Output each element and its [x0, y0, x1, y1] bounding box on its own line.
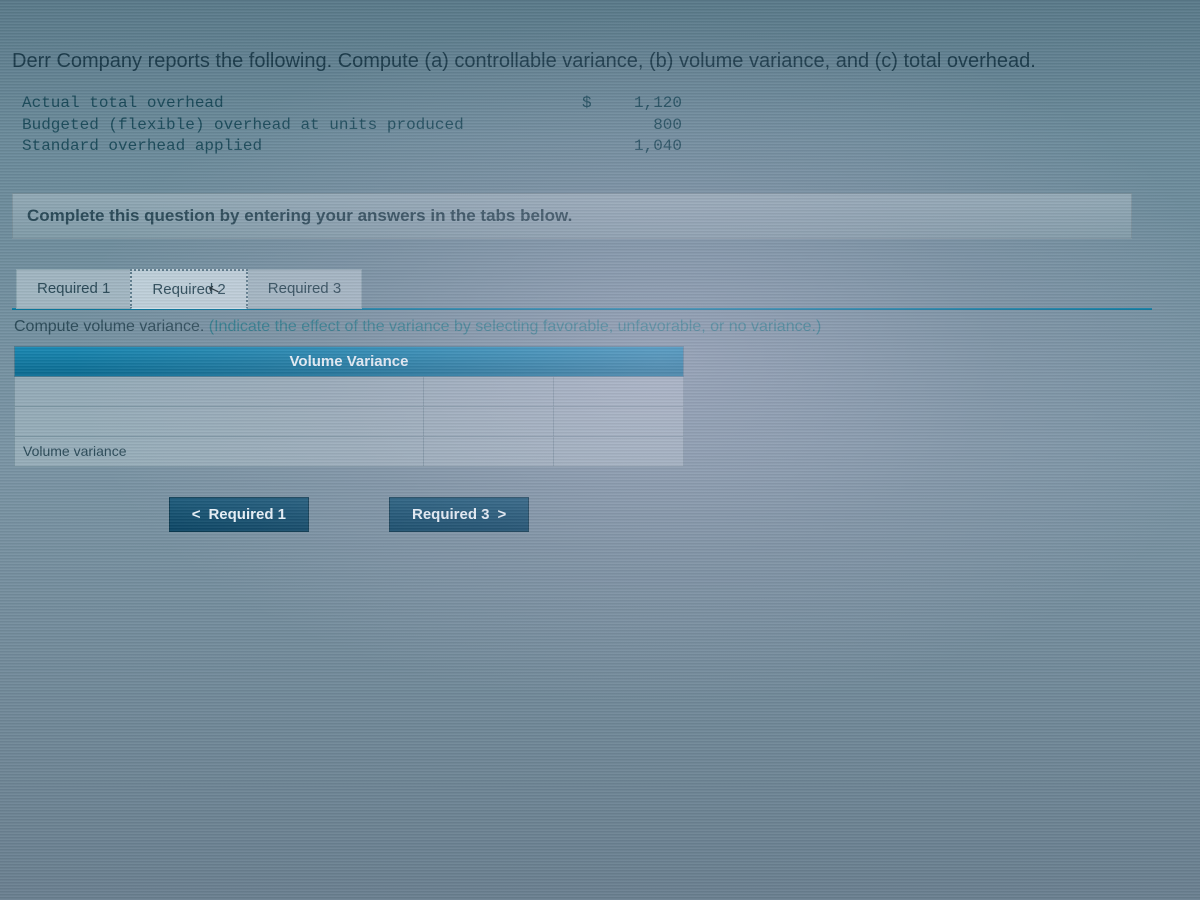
given-data-block: Actual total overhead $ 1,120 Budgeted (… [22, 93, 1188, 158]
table-row [15, 406, 684, 436]
dollar-sign [582, 115, 602, 137]
row-label: Volume variance [15, 436, 424, 466]
prev-button-label: Required 1 [208, 506, 286, 523]
tab-required-2[interactable]: Required 2 ↖ [130, 269, 247, 309]
tab-required-1[interactable]: Required 1 [16, 269, 131, 309]
row-select-input[interactable] [554, 436, 684, 466]
data-value: 1,040 [602, 136, 682, 158]
instruction-bar: Complete this question by entering your … [12, 193, 1132, 239]
sub-instruction: Compute volume variance. (Indicate the e… [14, 318, 1188, 336]
question-text: Derr Company reports the following. Comp… [12, 50, 1188, 73]
data-label: Budgeted (flexible) overhead at units pr… [22, 115, 582, 137]
tab-required-3[interactable]: Required 3 [247, 269, 362, 309]
prev-button[interactable]: < Required 1 [169, 497, 309, 532]
data-value: 800 [602, 115, 682, 137]
dollar-sign [582, 136, 602, 158]
tabs-row: Required 1 Required 2 ↖ Required 3 [16, 269, 1188, 309]
data-row: Budgeted (flexible) overhead at units pr… [22, 115, 1188, 137]
table-row: Volume variance [15, 436, 684, 466]
row-select-input[interactable] [554, 376, 684, 406]
chevron-left-icon: < [192, 506, 201, 523]
row-value-input[interactable] [424, 436, 554, 466]
data-row: Actual total overhead $ 1,120 [22, 93, 1188, 115]
next-button-label: Required 3 [412, 506, 490, 523]
chevron-right-icon: > [498, 506, 507, 523]
row-value-input[interactable] [424, 376, 554, 406]
sub-instruction-hint: (Indicate the effect of the variance by … [209, 318, 822, 335]
data-row: Standard overhead applied 1,040 [22, 136, 1188, 158]
dollar-sign: $ [582, 93, 602, 115]
volume-variance-table: Volume Variance Volume variance [14, 346, 684, 467]
row-label-input[interactable] [15, 406, 424, 436]
next-button[interactable]: Required 3 > [389, 497, 529, 532]
row-value-input[interactable] [424, 406, 554, 436]
data-value: 1,120 [602, 93, 682, 115]
data-label: Actual total overhead [22, 93, 582, 115]
table-row [15, 376, 684, 406]
nav-buttons: < Required 1 Required 3 > [14, 497, 684, 532]
row-select-input[interactable] [554, 406, 684, 436]
row-label-input[interactable] [15, 376, 424, 406]
data-label: Standard overhead applied [22, 136, 582, 158]
table-header: Volume Variance [15, 346, 684, 376]
sub-instruction-lead: Compute volume variance. [14, 318, 209, 335]
